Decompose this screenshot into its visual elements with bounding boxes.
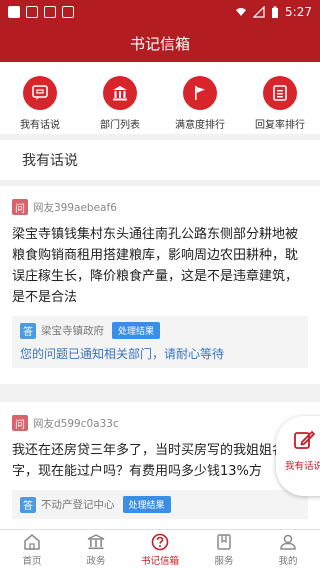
tab-label: 政务 (86, 555, 106, 567)
post-header: 问 网友399aebeaf6 (12, 196, 308, 218)
tab-label: 我的 (278, 555, 298, 567)
reply-header: 答 不动产登记中心 处理结果 (20, 496, 300, 513)
signal-icon (253, 6, 265, 18)
home-icon (24, 533, 40, 550)
government-icon (87, 533, 105, 549)
fab-label: 我有话说 (284, 461, 320, 472)
post-reply: 答 梁宝寺镇政府 处理结果 您的问题已通知相关部门，请耐心等待 (12, 316, 308, 368)
page-title: 书记信箱 (129, 34, 190, 53)
tab-service[interactable]: 服务 (192, 530, 256, 569)
answer-badge: 答 (20, 496, 36, 513)
question-icon (151, 533, 169, 550)
notification-icons (8, 6, 74, 18)
section-title: 我有话说 (22, 153, 78, 169)
quick-nav-reply-rate[interactable]: 回复率排行 (240, 62, 320, 134)
tab-label: 首页 (22, 555, 42, 567)
quick-nav-speak[interactable]: 我有话说 (0, 62, 80, 134)
speak-fab-button[interactable]: 我有话说 (276, 416, 320, 496)
clock: 5:27 (285, 5, 312, 19)
notification-icon (26, 6, 38, 18)
tab-label: 服务 (214, 555, 234, 567)
image-icon (44, 6, 56, 18)
reply-department: 不动产登记中心 (41, 499, 115, 511)
answer-badge: 答 (20, 322, 36, 339)
wifi-icon (236, 8, 247, 16)
list-item[interactable]: 问 网友d599c0a33c 我还在还房贷三年多了，当时买房写的我姐姐名字，现在… (0, 402, 320, 532)
section-header: 我有话说 (0, 140, 320, 180)
bottom-nav: 首页 政务 书记信箱 服务 我的 (0, 529, 320, 569)
post-content: 我还在还房贷三年多了，当时买房写的我姐姐名字，现在能过户吗？有费用吗多少钱13%… (12, 443, 286, 479)
list-item[interactable]: 问 网友399aebeaf6 梁宝寺镇钱集村东头通往南孔公路东侧部分耕地被粮食购… (0, 186, 320, 384)
reply-header: 答 梁宝寺镇政府 处理结果 (20, 322, 300, 339)
tab-label: 书记信箱 (140, 555, 179, 567)
quick-nav-label: 满意度排行 (175, 120, 225, 131)
tab-government[interactable]: 政务 (64, 530, 128, 569)
quick-nav: 我有话说 部门列表 满意度排行 回复率排行 (0, 62, 320, 134)
post-content: 梁宝寺镇钱集村东头通往南孔公路东侧部分耕地被粮食购销商租用搭建粮库，影响周边农田… (12, 227, 299, 305)
status-badge: 处理结果 (122, 496, 171, 513)
bookmark-icon (217, 533, 231, 550)
quick-nav-departments[interactable]: 部门列表 (80, 62, 160, 134)
reply-text: 您的问题已通知相关部门，请耐心等待 (20, 347, 225, 361)
post-header: 问 网友d599c0a33c (12, 412, 308, 434)
user-icon (280, 534, 296, 550)
quick-nav-label: 我有话说 (20, 120, 60, 131)
quick-nav-satisfaction[interactable]: 满意度排行 (160, 62, 240, 134)
quick-nav-label: 部门列表 (100, 120, 140, 131)
question-badge: 问 (12, 415, 28, 431)
question-badge: 问 (12, 199, 28, 215)
flag-icon (183, 76, 217, 110)
post-reply: 答 不动产登记中心 处理结果 (12, 490, 308, 519)
building-icon (103, 76, 137, 110)
tab-home[interactable]: 首页 (0, 530, 64, 569)
status-badge: 处理结果 (112, 322, 161, 339)
list-icon (263, 76, 297, 110)
post-user: 网友d599c0a33c (33, 417, 119, 430)
post-user: 网友399aebeaf6 (33, 201, 117, 214)
quick-nav-label: 回复率排行 (255, 120, 305, 131)
notification-icon (8, 6, 20, 18)
edit-icon (294, 431, 315, 449)
calendar-icon (62, 6, 74, 18)
tab-mailbox[interactable]: 书记信箱 (128, 530, 192, 569)
speech-icon (23, 76, 57, 110)
battery-icon (272, 6, 279, 18)
reply-department: 梁宝寺镇政府 (41, 325, 104, 337)
title-bar: 书记信箱 (0, 24, 320, 62)
status-bar: 5:27 (0, 0, 320, 24)
tab-profile[interactable]: 我的 (256, 530, 320, 569)
